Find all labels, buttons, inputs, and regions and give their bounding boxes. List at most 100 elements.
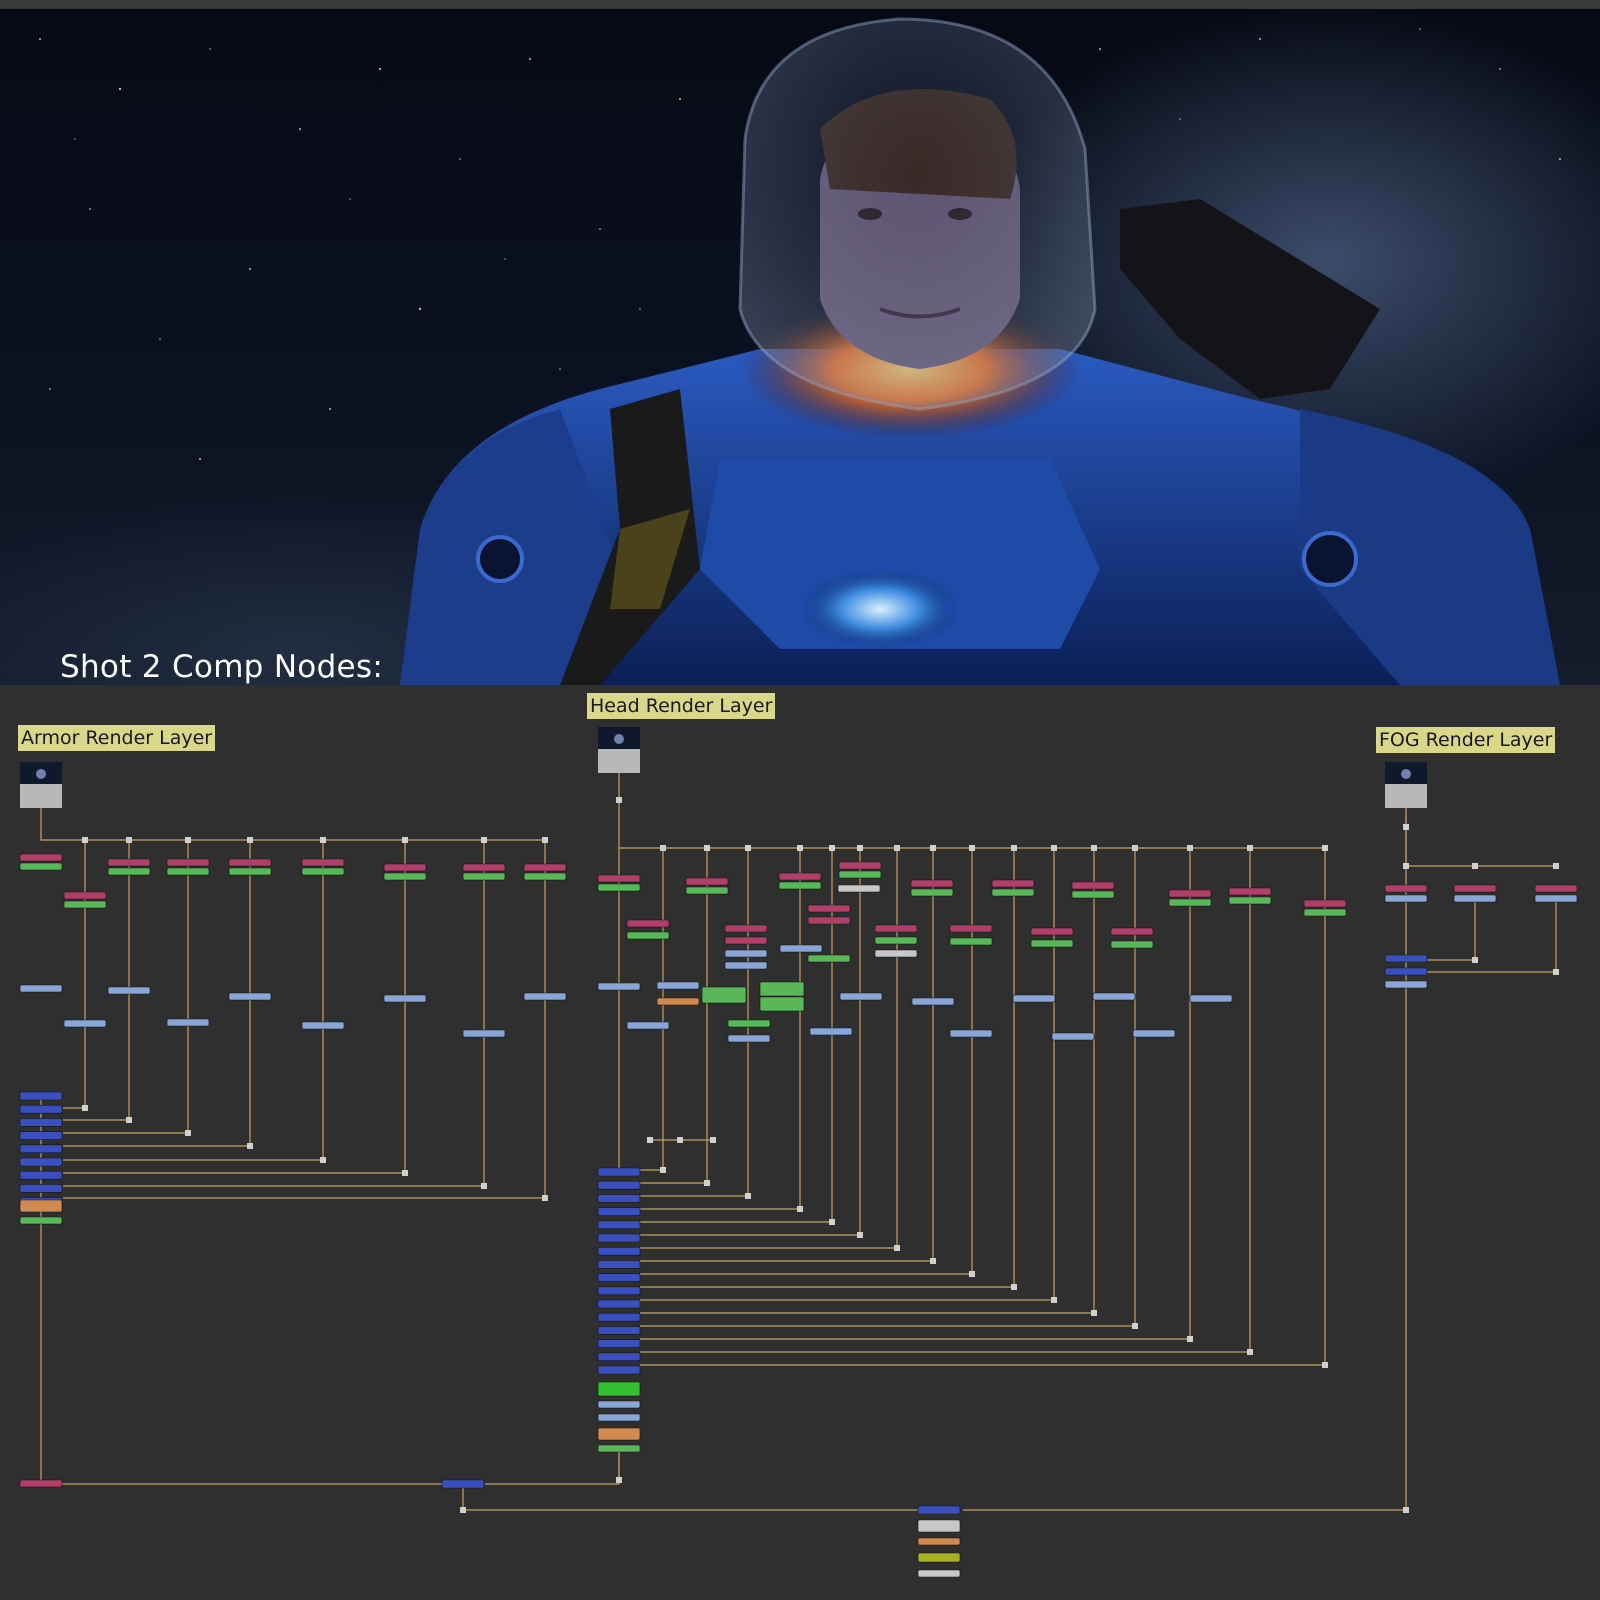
shuffle-node[interactable] xyxy=(1384,894,1428,903)
dot-node[interactable] xyxy=(1472,863,1478,869)
shuffle-node[interactable] xyxy=(1092,992,1136,1001)
color-node[interactable] xyxy=(301,867,345,876)
dot-node[interactable] xyxy=(481,837,487,843)
backdrop-label-head[interactable]: Head Render Layer xyxy=(587,693,776,719)
node-graph[interactable]: Armor Render Layer Head Render Layer FOG… xyxy=(0,685,1600,1600)
write-node[interactable] xyxy=(917,1519,961,1533)
dot-node[interactable] xyxy=(677,1137,683,1143)
merge-node[interactable] xyxy=(597,1246,641,1256)
dot-node[interactable] xyxy=(1247,1349,1253,1355)
color-node[interactable] xyxy=(1168,898,1212,907)
dot-node[interactable] xyxy=(126,1117,132,1123)
backdrop-label-fog[interactable]: FOG Render Layer xyxy=(1376,727,1556,753)
shuffle-node[interactable] xyxy=(301,1021,345,1030)
dot-node[interactable] xyxy=(185,837,191,843)
color-node[interactable] xyxy=(597,883,641,892)
dot-node[interactable] xyxy=(930,1258,936,1264)
color-node[interactable] xyxy=(910,888,954,897)
orange-node[interactable] xyxy=(19,1199,63,1213)
dot-node[interactable] xyxy=(829,1219,835,1225)
color-node[interactable] xyxy=(727,1019,771,1028)
merge-node[interactable] xyxy=(597,1273,641,1282)
grade-node[interactable] xyxy=(724,936,768,945)
color-node[interactable] xyxy=(166,867,210,876)
merge-node[interactable] xyxy=(597,1260,641,1269)
dot-node[interactable] xyxy=(704,1180,710,1186)
merge-node[interactable] xyxy=(597,1339,641,1348)
yellow-node[interactable] xyxy=(917,1552,961,1563)
dot-node[interactable] xyxy=(1051,1297,1057,1303)
merge-node[interactable] xyxy=(441,1479,485,1489)
grade-node[interactable] xyxy=(1453,884,1497,893)
merge-node[interactable] xyxy=(19,1131,63,1140)
shuffle-node[interactable] xyxy=(228,992,272,1001)
color-node[interactable] xyxy=(63,900,107,909)
dot-node[interactable] xyxy=(745,845,751,851)
grade-node[interactable] xyxy=(107,858,151,867)
grade-node[interactable] xyxy=(778,872,822,881)
dot-node[interactable] xyxy=(1011,1284,1017,1290)
color-node[interactable] xyxy=(874,936,918,945)
color-node[interactable] xyxy=(685,886,729,895)
merge-node[interactable] xyxy=(19,1184,63,1193)
read-node-fog[interactable] xyxy=(1385,762,1427,808)
dot-node[interactable] xyxy=(616,797,622,803)
shuffle-node[interactable] xyxy=(1384,980,1428,989)
dot-node[interactable] xyxy=(320,837,326,843)
shuffle-node[interactable] xyxy=(626,1021,670,1030)
grade-node[interactable] xyxy=(949,924,993,933)
dot-node[interactable] xyxy=(402,1170,408,1176)
shuffle-node[interactable] xyxy=(383,994,427,1003)
shuffle-node[interactable] xyxy=(724,961,768,970)
merge-node[interactable] xyxy=(19,1118,63,1127)
shuffle-node[interactable] xyxy=(1051,1032,1095,1041)
dot-node[interactable] xyxy=(1091,845,1097,851)
dot-node[interactable] xyxy=(797,1206,803,1212)
grade-node[interactable] xyxy=(1534,884,1578,893)
orange-node[interactable] xyxy=(656,997,700,1006)
merge-node[interactable] xyxy=(19,1170,63,1180)
color-node[interactable] xyxy=(523,872,567,881)
dot-node[interactable] xyxy=(1011,845,1017,851)
dot-node[interactable] xyxy=(542,837,548,843)
color-node[interactable] xyxy=(462,872,506,881)
dot-node[interactable] xyxy=(126,837,132,843)
merge-node[interactable] xyxy=(917,1505,961,1515)
merge-node[interactable] xyxy=(19,1091,63,1101)
dot-node[interactable] xyxy=(857,1232,863,1238)
read-node-armor[interactable] xyxy=(20,762,62,808)
read-node-head[interactable] xyxy=(598,727,640,773)
merge-node[interactable] xyxy=(19,1157,63,1167)
color-node[interactable] xyxy=(778,881,822,890)
dot-node[interactable] xyxy=(797,845,803,851)
merge-node[interactable] xyxy=(597,1167,641,1177)
grade-node[interactable] xyxy=(1071,881,1115,890)
dot-node[interactable] xyxy=(481,1183,487,1189)
shuffle-node[interactable] xyxy=(724,949,768,958)
shuffle-node[interactable] xyxy=(779,944,823,953)
shuffle-node[interactable] xyxy=(949,1029,993,1038)
color-node[interactable] xyxy=(1228,896,1272,905)
dot-node[interactable] xyxy=(1322,845,1328,851)
merge-node[interactable] xyxy=(597,1312,641,1322)
shuffle-node[interactable] xyxy=(107,986,151,995)
merge-node[interactable] xyxy=(597,1286,641,1296)
dot-node[interactable] xyxy=(1553,969,1559,975)
grade-node[interactable] xyxy=(1168,889,1212,898)
dot-node[interactable] xyxy=(247,1143,253,1149)
grade-node[interactable] xyxy=(626,919,670,928)
green-node[interactable] xyxy=(597,1381,641,1397)
merge-node[interactable] xyxy=(597,1299,641,1309)
merge-node[interactable] xyxy=(597,1180,641,1190)
dot-node[interactable] xyxy=(1322,1362,1328,1368)
dot-node[interactable] xyxy=(710,1137,716,1143)
color-node[interactable] xyxy=(1110,940,1154,949)
write-node[interactable] xyxy=(917,1569,961,1578)
dot-node[interactable] xyxy=(542,1195,548,1201)
dot-node[interactable] xyxy=(402,837,408,843)
grade-node[interactable] xyxy=(19,1479,63,1488)
grade-node[interactable] xyxy=(724,924,768,933)
color-node[interactable] xyxy=(597,1444,641,1453)
dot-node[interactable] xyxy=(660,845,666,851)
color-node[interactable] xyxy=(759,981,805,997)
